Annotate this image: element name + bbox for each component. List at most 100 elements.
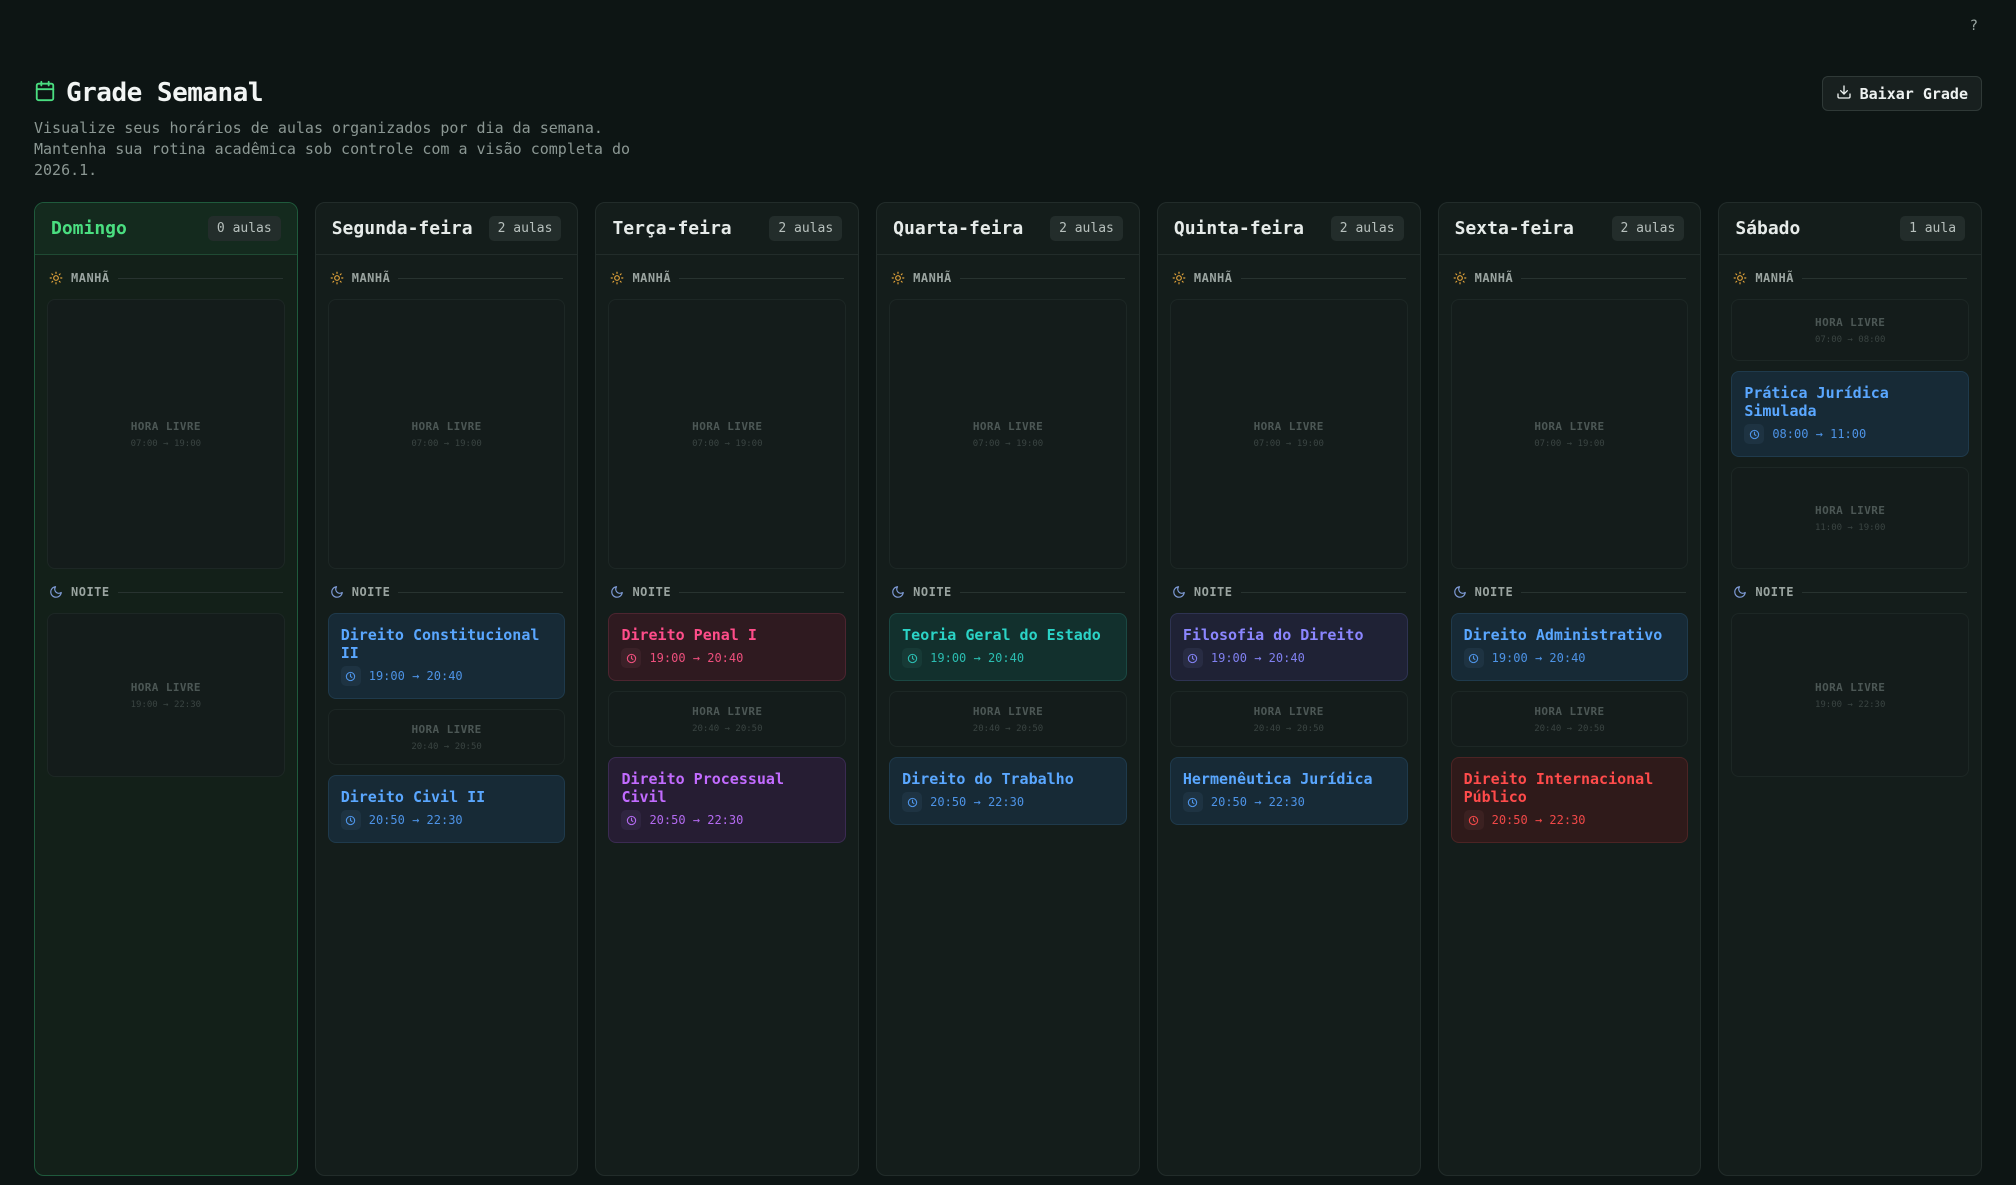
class-card[interactable]: Direito Penal I 19:00 → 20:40	[608, 613, 847, 681]
class-time-row: 19:00 → 20:40	[902, 648, 1114, 668]
free-slot: HORA LIVRE 07:00 → 19:00	[889, 299, 1127, 569]
free-slot-label: HORA LIVRE	[1253, 704, 1324, 718]
period-header-morning: MANHÃ	[1733, 269, 1968, 287]
class-card[interactable]: Direito do Trabalho 20:50 → 22:30	[889, 757, 1127, 825]
period-divider	[1801, 277, 1968, 279]
free-slot: HORA LIVRE 19:00 → 22:30	[47, 613, 285, 777]
day-body: MANHÃ HORA LIVRE 07:00 → 19:00 NOITE Teoria …	[877, 255, 1139, 1175]
period-header-night: NOITE	[49, 583, 283, 601]
class-count-badge: 2 aulas	[488, 216, 562, 241]
period-header-morning: MANHÃ	[330, 269, 564, 287]
free-slot-label: HORA LIVRE	[972, 419, 1044, 433]
moon-icon	[891, 585, 905, 599]
day-header: Quinta-feira 2 aulas	[1157, 203, 1420, 255]
class-time: 20:50 → 22:30	[1491, 813, 1586, 827]
class-time: 20:50 → 22:30	[368, 813, 463, 827]
help-button[interactable]: ?	[1970, 18, 1978, 34]
free-slot: HORA LIVRE 20:40 → 20:50	[1169, 691, 1408, 747]
period-divider	[117, 277, 283, 279]
day-body: MANHÃ HORA LIVRE 07:00 → 08:00 Prática Jurí…	[1719, 255, 1981, 1175]
class-card[interactable]: Hermenêutica Jurídica 20:50 → 22:30	[1169, 757, 1408, 825]
free-slot: HORA LIVRE 20:40 → 20:50	[327, 709, 566, 765]
class-card[interactable]: Prática Jurídica Simulada 08:00 → 11:00	[1731, 371, 1970, 457]
day-name: Quarta-feira	[893, 218, 1024, 239]
free-slot-time: 20:40 → 20:50	[411, 741, 482, 752]
free-slot-time: 20:40 → 20:50	[1534, 723, 1605, 734]
period-header-night: NOITE	[330, 583, 564, 601]
day-column: Domingo 0 aulas MANHÃ HORA LIVRE 07:00 → 19:…	[34, 202, 298, 1176]
class-card[interactable]: Filosofia do Direito 19:00 → 20:40	[1169, 613, 1408, 681]
class-card[interactable]: Direito Constitucional II 19:00 → 20:40	[327, 613, 566, 699]
period-label: NOITE	[351, 585, 391, 599]
class-time-row: 19:00 → 20:40	[621, 648, 833, 668]
day-header: Terça-feira 2 aulas	[596, 203, 859, 255]
period-divider	[398, 591, 564, 593]
period-label: MANHÃ	[351, 271, 391, 285]
class-time-row: 20:50 → 22:30	[902, 792, 1114, 812]
free-slot-label: HORA LIVRE	[692, 704, 763, 718]
class-name: Direito Penal I	[621, 626, 757, 644]
free-slot-label: HORA LIVRE	[1534, 419, 1605, 433]
free-slot-label: HORA LIVRE	[130, 680, 201, 694]
free-slot-label: HORA LIVRE	[1253, 419, 1324, 433]
period-label: NOITE	[632, 585, 672, 599]
free-slot-label: HORA LIVRE	[1534, 704, 1605, 718]
day-name: Segunda-feira	[331, 218, 473, 239]
class-time: 20:50 → 22:30	[1210, 795, 1305, 809]
class-time-row: 19:00 → 20:40	[1463, 648, 1676, 668]
period-divider	[1521, 277, 1687, 279]
class-time: 19:00 → 20:40	[368, 669, 463, 683]
day-name: Quinta-feira	[1173, 218, 1304, 239]
class-card[interactable]: Direito Civil II 20:50 → 22:30	[327, 775, 566, 843]
day-name: Sexta-feira	[1454, 218, 1574, 239]
free-slot-label: HORA LIVRE	[1815, 315, 1886, 329]
period-divider	[1521, 591, 1687, 593]
day-column: Quarta-feira 2 aulas MANHÃ HORA LIVRE 07:00 …	[876, 202, 1140, 1176]
class-card[interactable]: Direito Administrativo 19:00 → 20:40	[1450, 613, 1689, 681]
download-schedule-button[interactable]: Baixar Grade	[1821, 76, 1982, 111]
class-name: Direito Administrativo	[1463, 626, 1663, 644]
class-time-row: 20:50 → 22:30	[1182, 792, 1395, 812]
class-time: 19:00 → 20:40	[930, 651, 1025, 665]
class-name: Direito do Trabalho	[902, 770, 1074, 788]
period-header-morning: MANHÃ	[1172, 269, 1406, 287]
class-count-badge: 1 aula	[1900, 216, 1966, 241]
page-subtitle: Visualize seus horários de aulas organiz…	[34, 119, 631, 179]
period-divider	[679, 591, 845, 593]
clock-icon	[340, 810, 361, 830]
class-name: Direito Constitucional II	[340, 626, 540, 662]
period-divider	[1240, 277, 1406, 279]
class-card[interactable]: Direito Internacional Público 20:50 → 22:…	[1450, 757, 1689, 843]
period-label: NOITE	[1193, 585, 1233, 599]
free-slot-label: HORA LIVRE	[130, 419, 201, 433]
clock-icon	[1744, 424, 1765, 444]
day-header: Quarta-feira 2 aulas	[877, 203, 1139, 255]
class-time: 19:00 → 20:40	[649, 651, 744, 665]
day-header: Sexta-feira 2 aulas	[1438, 203, 1701, 255]
free-slot-time: 07:00 → 19:00	[972, 438, 1044, 449]
period-label: MANHÃ	[71, 271, 110, 285]
class-time-row: 20:50 → 22:30	[340, 810, 553, 830]
period-divider	[959, 277, 1125, 279]
free-slot: HORA LIVRE 07:00 → 19:00	[1450, 299, 1689, 569]
calendar-icon	[34, 80, 56, 106]
sun-icon	[891, 271, 905, 285]
class-time-row: 19:00 → 20:40	[1182, 648, 1395, 668]
class-name: Hermenêutica Jurídica	[1182, 770, 1373, 788]
moon-icon	[1733, 585, 1747, 599]
sun-icon	[610, 271, 624, 285]
period-header-morning: MANHÃ	[891, 269, 1125, 287]
free-slot: HORA LIVRE 07:00 → 08:00	[1731, 299, 1970, 361]
class-time: 20:50 → 22:30	[649, 813, 744, 827]
period-label: NOITE	[1755, 585, 1794, 599]
class-count-badge: 2 aulas	[769, 216, 843, 241]
period-header-night: NOITE	[1172, 583, 1406, 601]
class-card[interactable]: Direito Processual Civil 20:50 → 22:30	[608, 757, 847, 843]
period-header-night: NOITE	[1453, 583, 1687, 601]
class-card[interactable]: Teoria Geral do Estado 19:00 → 20:40	[889, 613, 1127, 681]
free-slot: HORA LIVRE 19:00 → 22:30	[1731, 613, 1970, 777]
day-column: Segunda-feira 2 aulas MANHÃ HORA LIVRE 07:00…	[314, 202, 579, 1176]
period-label: MANHÃ	[1755, 271, 1794, 285]
moon-icon	[610, 585, 624, 599]
free-slot: HORA LIVRE 07:00 → 19:00	[327, 299, 566, 569]
